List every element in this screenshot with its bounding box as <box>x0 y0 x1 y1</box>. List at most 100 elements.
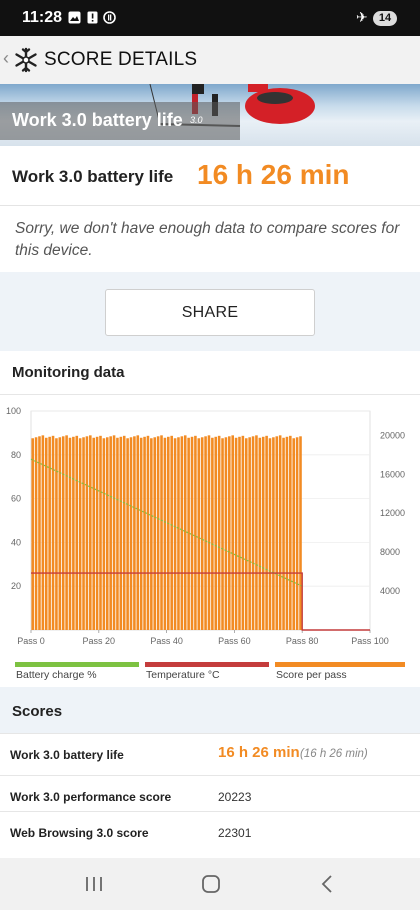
x-tick-label: Pass 80 <box>286 636 319 646</box>
score-bar <box>211 437 214 630</box>
score-bar <box>265 435 268 630</box>
score-bar <box>173 438 177 630</box>
score-bar <box>153 437 157 630</box>
score-bar <box>136 435 140 630</box>
banner-title: Work 3.0 battery life <box>12 110 183 130</box>
score-bar <box>112 435 116 630</box>
system-nav-bar <box>0 858 420 910</box>
score-bar <box>295 437 299 630</box>
legend-battery-swatch <box>15 662 139 667</box>
legend-temperature-swatch <box>145 662 269 667</box>
y-left-tick-label: 20 <box>11 581 21 591</box>
score-bar <box>78 438 82 630</box>
sync-icon <box>103 11 116 24</box>
monitoring-heading: Monitoring data <box>12 364 125 381</box>
y-left-tick-label: 100 <box>6 406 21 416</box>
score-bar <box>122 435 126 630</box>
score-bar <box>204 436 207 630</box>
score-bar <box>75 435 79 630</box>
status-time: 11:28 <box>22 9 63 26</box>
result-card: Work 3.0 battery life 16 h 26 min <box>0 146 420 206</box>
score-bar <box>82 437 85 630</box>
score-row-value: 22301 <box>218 826 252 840</box>
share-button[interactable]: SHARE <box>105 289 315 336</box>
test-banner: Work 3.0 battery life 3.0 <box>0 84 420 146</box>
app-bar: ‹ SCORE DETAILS <box>0 36 420 84</box>
score-bar <box>105 437 109 630</box>
score-bar <box>150 438 153 630</box>
score-bar <box>31 438 34 630</box>
score-bar <box>238 436 241 630</box>
score-row-value: 16 h 26 min <box>218 744 300 761</box>
snowflake-logo-icon <box>15 47 37 73</box>
score-bar <box>146 435 150 630</box>
score-bar <box>241 435 245 630</box>
score-bar <box>129 437 133 630</box>
score-bar <box>126 438 129 630</box>
score-bar <box>214 436 218 630</box>
score-bar <box>234 437 238 630</box>
score-row-value: 20223 <box>218 790 252 804</box>
image-icon <box>68 11 81 24</box>
score-bar <box>102 438 106 630</box>
score-bar <box>285 436 289 630</box>
banner-version: 3.0 <box>190 115 203 125</box>
legend-temperature-label: Temperature °C <box>146 669 220 681</box>
score-bar <box>109 436 112 630</box>
score-bar <box>258 437 262 630</box>
score-bar <box>133 436 136 630</box>
score-bar <box>99 435 102 630</box>
score-bar <box>72 436 75 630</box>
recents-icon[interactable] <box>82 872 106 896</box>
back-icon[interactable] <box>316 872 340 896</box>
score-row[interactable]: Work 3.0 battery life 16 h 26 min (16 h … <box>0 733 420 775</box>
score-bar <box>160 435 163 630</box>
score-bar <box>51 435 55 630</box>
y-right-tick-label: 8000 <box>380 547 400 557</box>
y-right-tick-label: 16000 <box>380 469 405 479</box>
score-bar <box>183 435 187 630</box>
back-chevron-icon[interactable]: ‹ <box>3 48 9 69</box>
score-row-subvalue: (16 h 26 min) <box>300 748 368 760</box>
scores-heading: Scores <box>12 703 63 720</box>
score-bar <box>278 435 282 630</box>
score-bar <box>217 435 221 630</box>
page-title: SCORE DETAILS <box>44 49 198 70</box>
score-bar <box>143 436 146 630</box>
score-bar <box>95 436 99 630</box>
monitoring-card: Monitoring data 20 40 60 80 100 4000 8000 12000… <box>0 351 420 687</box>
score-bar <box>116 437 119 630</box>
score-bar <box>180 436 184 630</box>
score-bar <box>38 436 41 630</box>
score-bar <box>163 437 167 630</box>
score-bar <box>272 437 275 630</box>
score-bar <box>268 438 272 630</box>
comparison-message-card: Sorry, we don't have enough data to comp… <box>0 206 420 272</box>
divider <box>0 394 420 395</box>
x-tick-label: Pass 20 <box>83 636 116 646</box>
score-bar <box>190 436 194 630</box>
score-bar <box>251 436 255 630</box>
score-bar <box>221 438 224 630</box>
score-bar <box>156 436 160 630</box>
score-bar <box>48 436 51 630</box>
score-bar <box>261 436 265 630</box>
score-bar <box>255 435 258 630</box>
score-bar <box>89 435 92 630</box>
score-row-label: Web Browsing 3.0 score <box>10 826 149 840</box>
score-bar <box>55 438 58 630</box>
airplane-icon: ✈ <box>356 9 368 25</box>
score-bar <box>177 437 180 630</box>
y-right-tick-label: 20000 <box>380 430 405 440</box>
y-left-tick-label: 40 <box>11 537 21 547</box>
result-value: 16 h 26 min <box>197 159 350 190</box>
score-row[interactable]: Web Browsing 3.0 score 22301 <box>0 811 420 858</box>
result-label: Work 3.0 battery life <box>12 167 174 186</box>
plot-area <box>30 410 371 631</box>
y-left-tick-label: 60 <box>11 494 21 504</box>
score-bar <box>248 437 251 630</box>
score-bar <box>170 435 173 630</box>
alert-icon <box>87 11 98 24</box>
score-bar <box>58 437 62 630</box>
home-icon[interactable] <box>199 872 223 896</box>
